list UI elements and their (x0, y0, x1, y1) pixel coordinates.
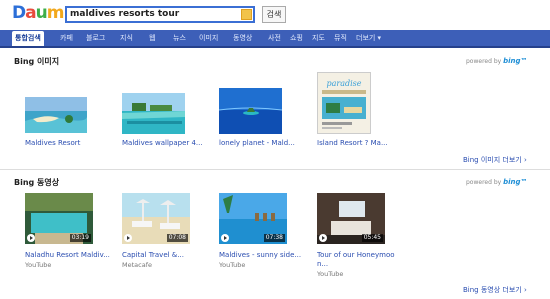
video-duration: 07:38 (263, 234, 285, 242)
tab-cafe[interactable]: 카페 (60, 30, 73, 46)
video-duration: 05:45 (361, 234, 383, 242)
logo-letter: m (46, 3, 65, 23)
island-resort-magazine-image: paradise (318, 73, 370, 133)
powered-by-bing: powered by bing™ (466, 178, 528, 186)
video-thumb-honeymoon[interactable]: 05:45 (317, 193, 385, 244)
play-icon (27, 234, 35, 242)
maldives-resort-image (25, 97, 87, 133)
bing-video-more-link[interactable]: Bing 동영상 더보기 › (463, 285, 527, 295)
image-thumb-island-resort[interactable]: paradise (317, 72, 371, 134)
image-caption[interactable]: Maldives wallpaper 4... (122, 139, 212, 147)
bing-images-more-link[interactable]: Bing 이미지 더보기 › (463, 155, 527, 165)
video-source: YouTube (219, 261, 246, 269)
powered-text: powered by (466, 58, 502, 65)
logo-letter: D (12, 3, 26, 23)
tab-more[interactable]: 더보기 ▾ (356, 30, 381, 46)
video-thumb-capital-travel[interactable]: 07:08 (122, 193, 190, 244)
tab-map[interactable]: 지도 (312, 30, 325, 46)
video-caption[interactable]: Maldives - sunny side... (219, 251, 309, 259)
bing-logo: bing™ (503, 57, 528, 65)
video-thumb-naladhu[interactable]: 03:19 (25, 193, 93, 244)
tab-integrated-search[interactable]: 통합검색 (12, 31, 44, 46)
tab-knowledge[interactable]: 지식 (120, 30, 133, 46)
image-thumb-lonely-planet[interactable] (219, 88, 282, 134)
images-section-title: Bing 이미지 (14, 57, 60, 66)
tab-news[interactable]: 뉴스 (173, 30, 186, 46)
image-caption[interactable]: Island Resort ? Ma... (317, 139, 407, 147)
search-button[interactable]: 검색 (262, 6, 286, 23)
daum-logo[interactable]: Daum (12, 3, 65, 23)
image-thumb-maldives-resort[interactable] (25, 97, 87, 133)
tab-web[interactable]: 웹 (149, 30, 155, 46)
play-icon (124, 234, 132, 242)
search-box (65, 6, 255, 23)
video-source: Metacafe (122, 261, 152, 269)
video-section-title: Bing 동영상 (14, 178, 60, 187)
bing-logo: bing™ (503, 178, 528, 186)
video-caption[interactable]: Naladhu Resort Maldiv... (25, 251, 115, 259)
video-source: YouTube (317, 270, 344, 278)
maldives-wallpaper-image (122, 93, 185, 134)
section-divider (0, 169, 550, 170)
magazine-title: paradise (326, 79, 361, 88)
search-option-icon[interactable] (241, 9, 252, 20)
play-icon (221, 234, 229, 242)
powered-by-bing: powered by bing™ (466, 57, 528, 65)
header: Daum 검색 (0, 0, 550, 30)
video-duration: 07:08 (166, 234, 188, 242)
tab-blog[interactable]: 블로그 (86, 30, 105, 46)
video-source: YouTube (25, 261, 52, 269)
image-caption[interactable]: lonely planet - Mald... (219, 139, 309, 147)
image-thumb-maldives-wallpaper[interactable] (122, 93, 185, 134)
tab-images[interactable]: 이미지 (199, 30, 218, 46)
video-caption-line2[interactable]: n... (317, 260, 407, 268)
tab-shopping[interactable]: 쇼핑 (290, 30, 303, 46)
tab-video[interactable]: 동영상 (233, 30, 252, 46)
video-thumb-maldives-sunny[interactable]: 07:38 (219, 193, 287, 244)
powered-text: powered by (466, 179, 502, 186)
search-input[interactable] (70, 8, 240, 21)
lonely-planet-image (219, 88, 282, 134)
tab-music[interactable]: 뮤직 (334, 30, 347, 46)
video-caption[interactable]: Tour of our Honeymoo (317, 251, 407, 259)
video-duration: 03:19 (69, 234, 91, 242)
image-caption[interactable]: Maldives Resort (25, 139, 115, 147)
play-icon (319, 234, 327, 242)
video-caption[interactable]: Capital Travel &... (122, 251, 212, 259)
logo-letter: a (25, 3, 37, 23)
logo-letter: u (35, 3, 48, 23)
nav-bar: 통합검색 카페 블로그 지식 웹 뉴스 이미지 동영상 사전 쇼핑 지도 뮤직 … (0, 30, 550, 48)
tab-dictionary[interactable]: 사전 (268, 30, 281, 46)
